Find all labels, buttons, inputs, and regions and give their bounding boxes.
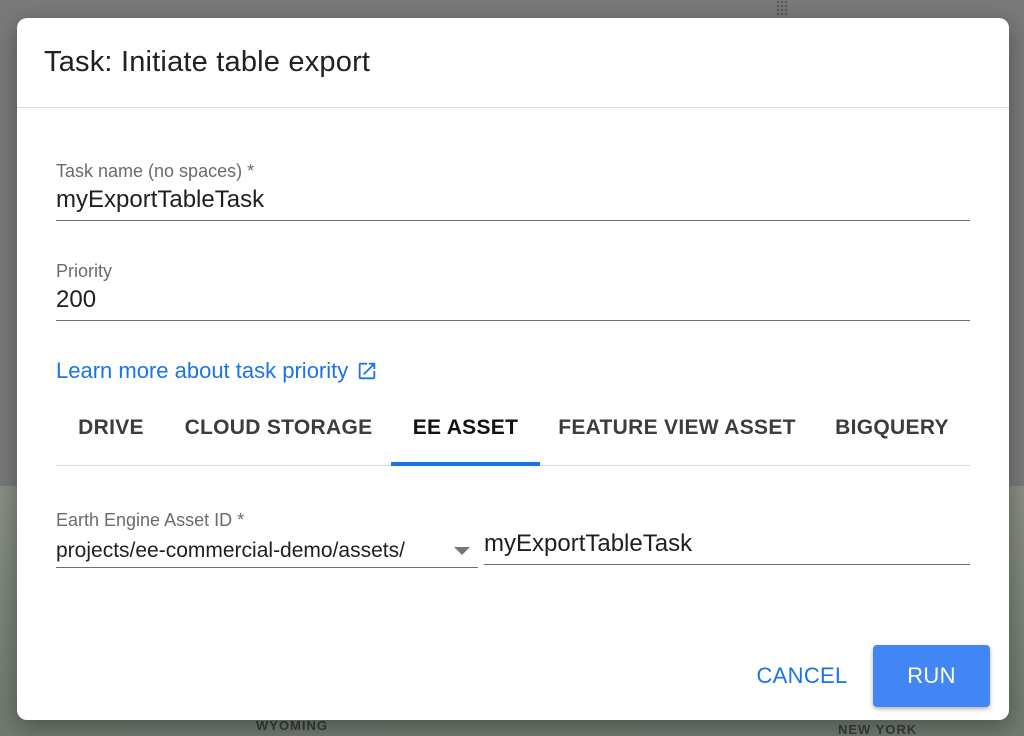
asset-path-value: projects/ee-commercial-demo/assets/	[56, 538, 405, 562]
tab-drive[interactable]: DRIVE	[56, 390, 166, 465]
drag-handle-icon	[776, 0, 788, 16]
tab-cloud-storage[interactable]: CLOUD STORAGE	[166, 390, 391, 465]
export-destination-tabs: DRIVE CLOUD STORAGE EE ASSET FEATURE VIE…	[56, 390, 970, 466]
run-button[interactable]: RUN	[873, 645, 990, 707]
learn-more-label: Learn more about task priority	[56, 358, 349, 383]
tab-ee-asset[interactable]: EE ASSET	[391, 390, 540, 466]
asset-id-label: Earth Engine Asset ID *	[56, 510, 245, 530]
priority-field: Priority	[56, 261, 970, 321]
priority-input[interactable]	[56, 282, 970, 321]
caret-down-icon	[454, 546, 470, 555]
task-name-input[interactable]	[56, 182, 970, 221]
export-dialog: Task: Initiate table export Task name (n…	[17, 18, 1009, 720]
asset-path-select[interactable]: projects/ee-commercial-demo/assets/	[56, 534, 478, 568]
tab-bigquery[interactable]: BIGQUERY	[814, 390, 970, 465]
dialog-title: Task: Initiate table export	[44, 46, 371, 78]
cancel-button[interactable]: CANCEL	[745, 645, 859, 707]
dialog-header: Task: Initiate table export	[17, 18, 1009, 108]
map-label-wyoming: WYOMING	[256, 718, 328, 733]
open-in-new-icon	[356, 360, 378, 382]
priority-label: Priority	[56, 261, 113, 281]
task-name-label: Task name (no spaces) *	[56, 161, 255, 181]
map-label-new-york: NEW YORK	[838, 722, 918, 736]
tab-feature-view-asset[interactable]: FEATURE VIEW ASSET	[540, 390, 814, 465]
task-name-field: Task name (no spaces) *	[56, 161, 970, 221]
asset-name-input[interactable]	[484, 528, 970, 565]
learn-more-link[interactable]: Learn more about task priority	[56, 358, 378, 384]
